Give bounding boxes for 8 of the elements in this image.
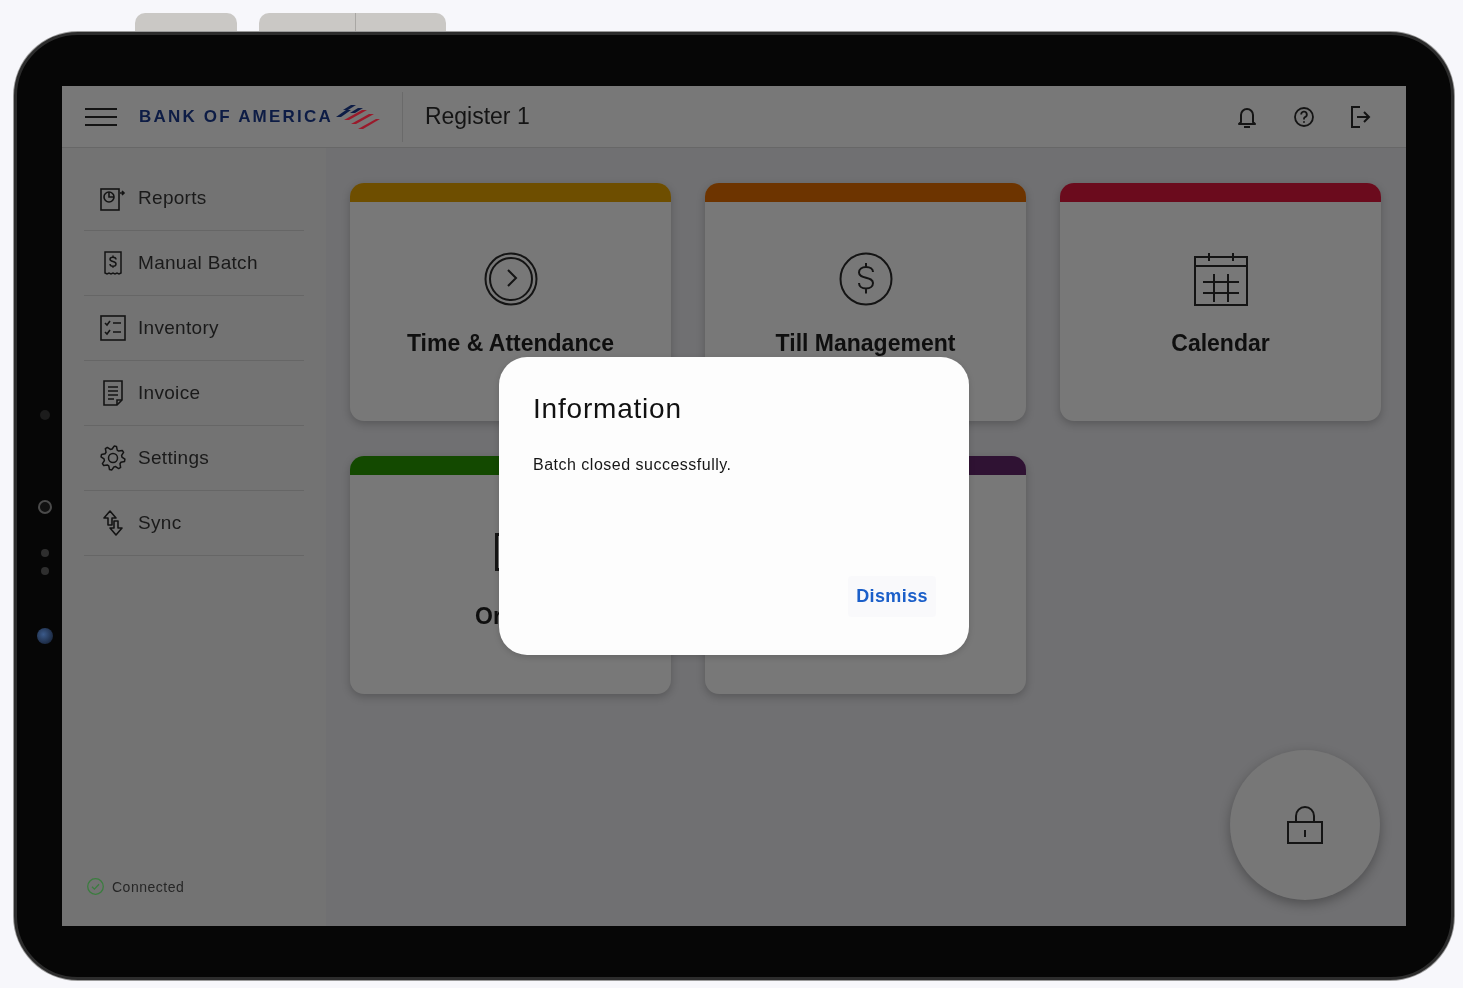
page-title: Register 1 <box>424 103 530 130</box>
card-title: Time & Attendance <box>406 330 614 356</box>
logo-text: BANK OF AMERICA <box>139 106 333 127</box>
connection-status: Connected <box>112 878 185 895</box>
card-title: Or <box>475 603 502 629</box>
card-title: Calendar <box>1171 330 1270 356</box>
dialog-message: Batch closed successfully. <box>533 455 733 475</box>
card-title: Till Management <box>775 330 956 356</box>
